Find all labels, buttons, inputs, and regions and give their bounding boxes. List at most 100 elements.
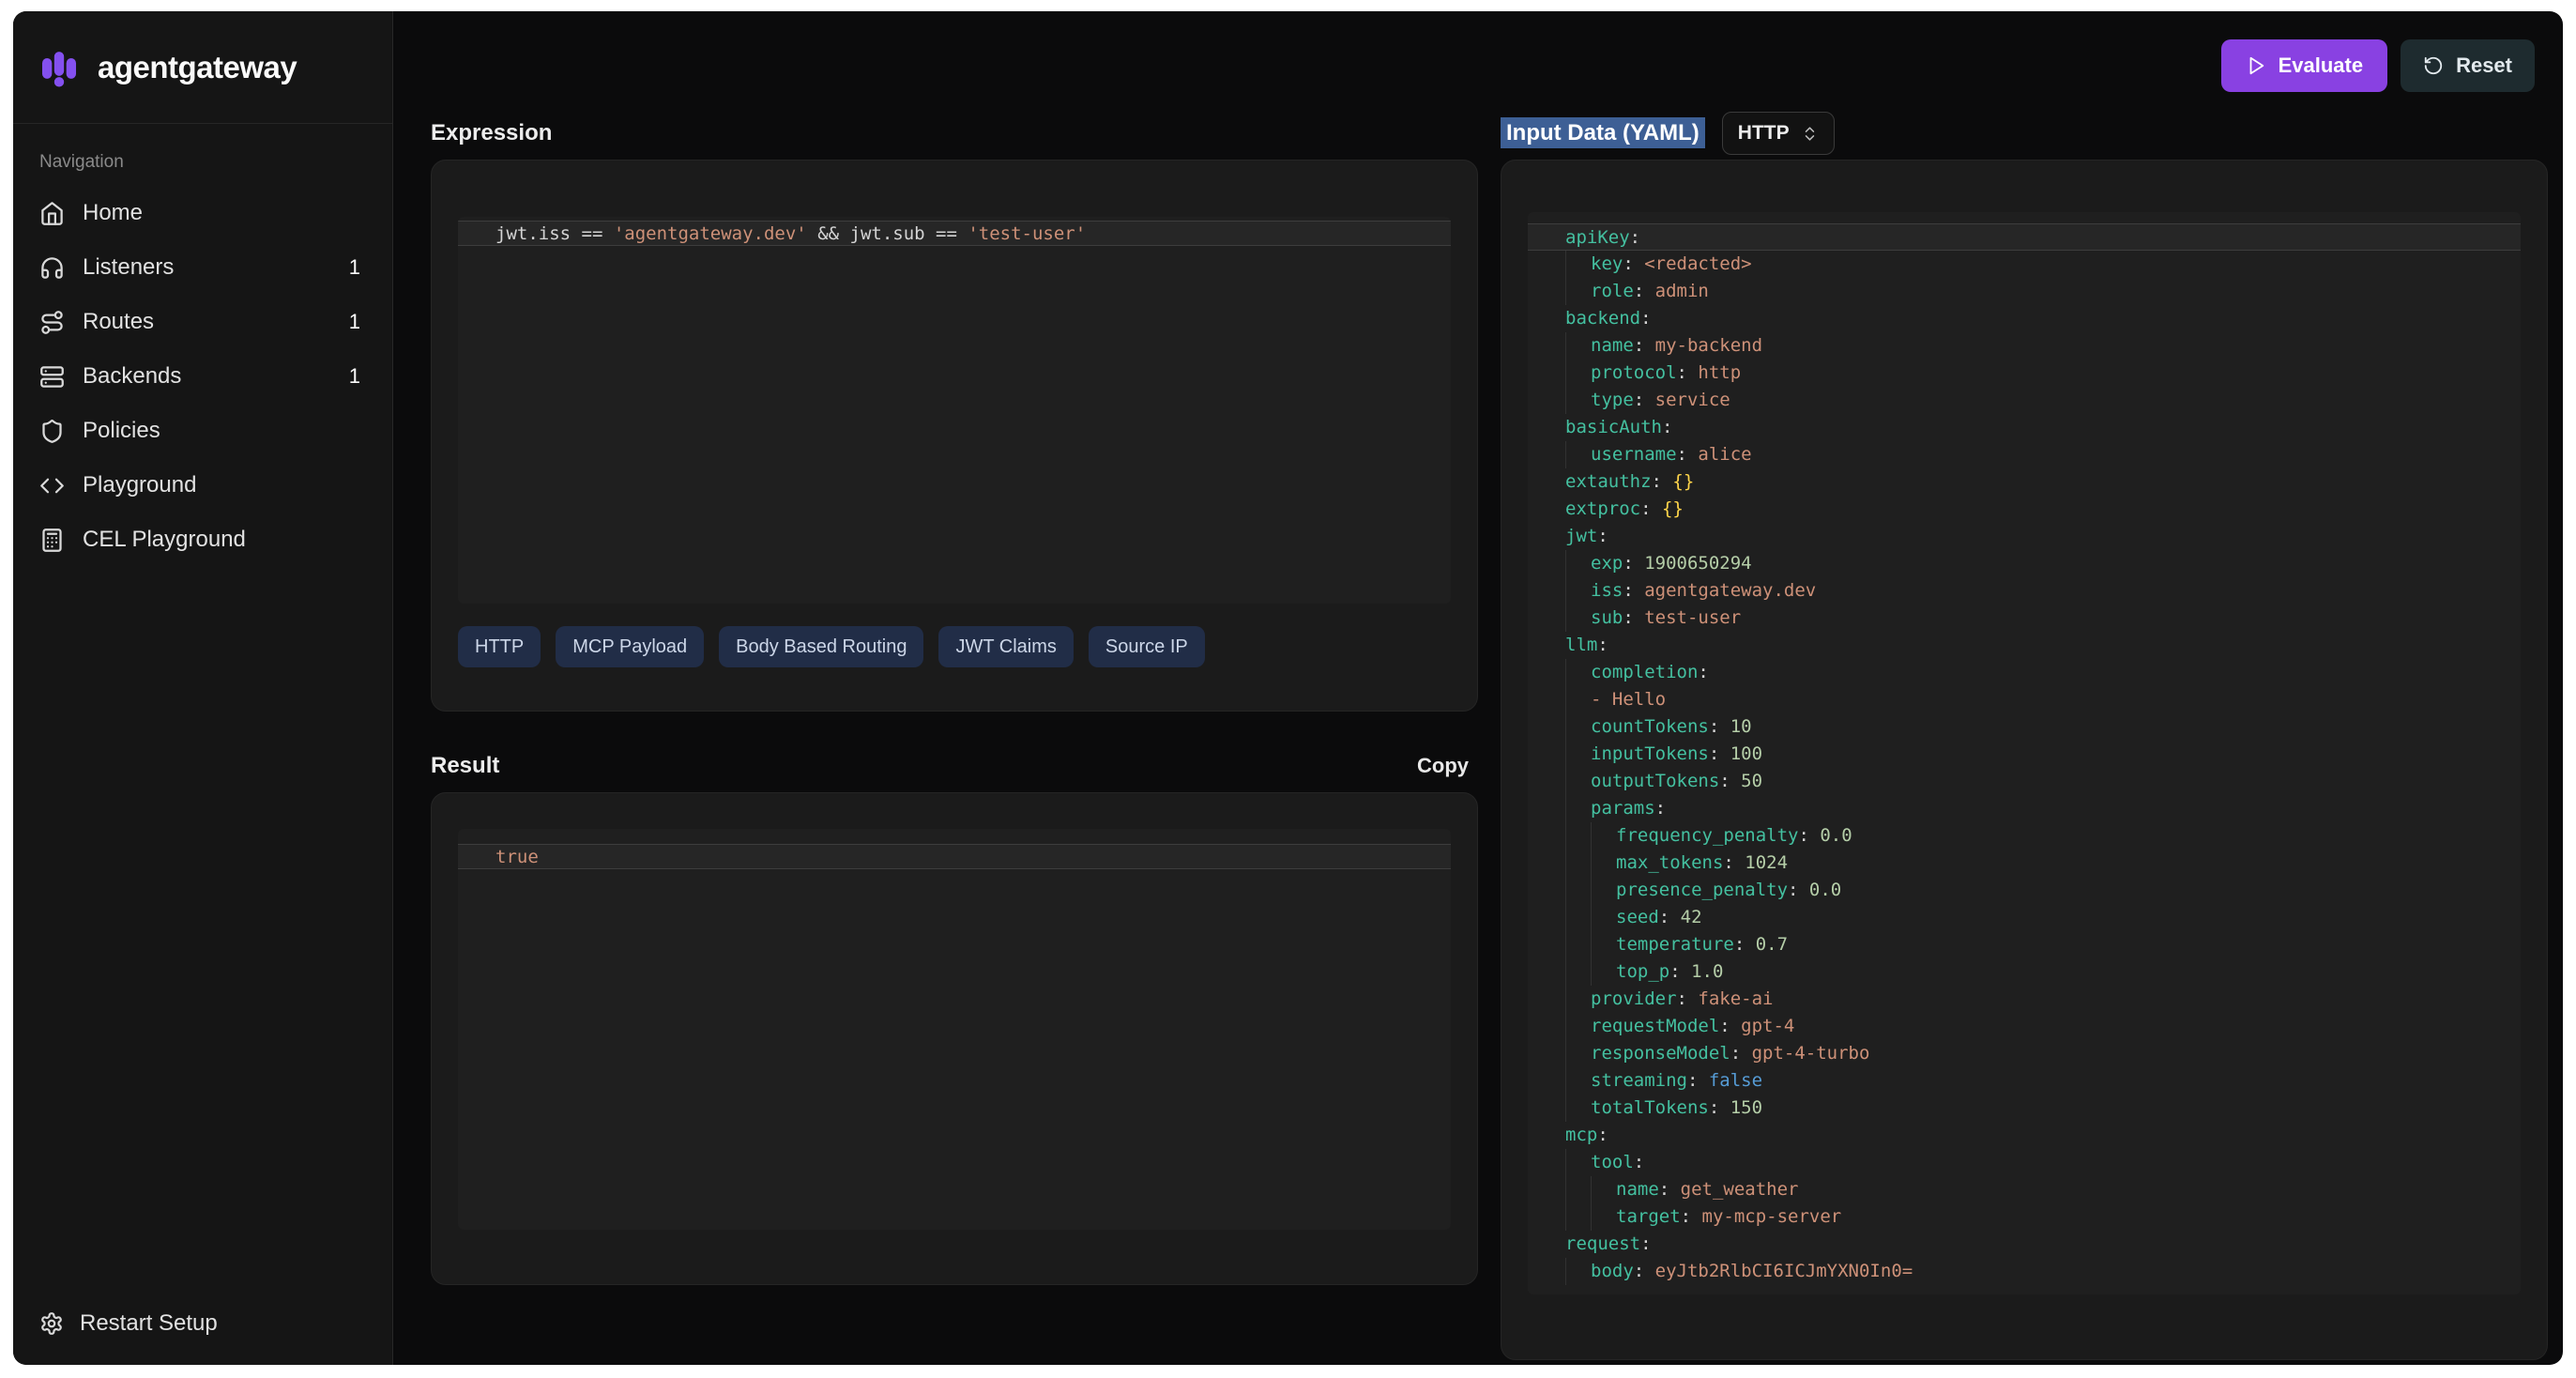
input-format-select[interactable]: HTTP	[1722, 112, 1835, 155]
code-line: tool:	[1528, 1149, 2521, 1176]
code-line: temperature: 0.7	[1528, 931, 2521, 958]
chevrons-up-down-icon	[1801, 125, 1819, 143]
sidebar-item-playground[interactable]: Playground	[28, 458, 377, 513]
sidebar-item-label: Listeners	[83, 254, 174, 281]
example-tag-source-ip[interactable]: Source IP	[1089, 626, 1205, 667]
code-line: type: service	[1528, 387, 2521, 414]
input-data-title: Input Data (YAML)	[1501, 120, 1705, 146]
yaml-editor[interactable]: apiKey:key: <redacted>role: adminbackend…	[1528, 212, 2521, 1294]
code-line: exp: 1900650294	[1528, 550, 2521, 577]
sidebar-item-backends[interactable]: Backends 1	[28, 349, 377, 404]
code-line: outputTokens: 50	[1528, 768, 2521, 795]
example-tag-body-based-routing[interactable]: Body Based Routing	[719, 626, 923, 667]
sidebar-item-label: Routes	[83, 309, 154, 335]
copy-button[interactable]: Copy	[1408, 746, 1478, 786]
brand[interactable]: agentgateway	[13, 11, 392, 124]
expression-title: Expression	[431, 120, 552, 146]
sidebar: agentgateway Navigation HomeListeners1Ro…	[13, 11, 393, 1365]
code-line: iss: agentgateway.dev	[1528, 577, 2521, 605]
nav-section-label: Navigation	[39, 152, 377, 173]
sidebar-item-label: Policies	[83, 418, 160, 444]
sidebar-item-cel-playground[interactable]: CEL Playground	[28, 513, 377, 567]
app-window: agentgateway Navigation HomeListeners1Ro…	[13, 11, 2563, 1365]
result-editor[interactable]: true	[458, 829, 1451, 1230]
restart-setup-label: Restart Setup	[80, 1310, 218, 1337]
code-line: extauthz: {}	[1528, 468, 2521, 496]
code-line: requestModel: gpt-4	[1528, 1013, 2521, 1040]
code-line: mcp:	[1528, 1122, 2521, 1149]
input-data-card: apiKey:key: <redacted>role: adminbackend…	[1501, 160, 2548, 1360]
code-line: name: get_weather	[1528, 1176, 2521, 1203]
result-header: Result Copy	[431, 743, 1478, 789]
code-line: apiKey:	[1528, 223, 2521, 251]
code-line: frequency_penalty: 0.0	[1528, 822, 2521, 850]
example-tag-http[interactable]: HTTP	[458, 626, 541, 667]
expression-card: jwt.iss == 'agentgateway.dev' && jwt.sub…	[431, 160, 1478, 712]
sidebar-item-policies[interactable]: Policies	[28, 404, 377, 458]
rotate-ccw-icon	[2423, 55, 2444, 76]
code-line: params:	[1528, 795, 2521, 822]
nav-list: Home Listeners 1 Routes 1 Backends 1 Policies Pl…	[28, 186, 377, 567]
input-data-header: Input Data (YAML) HTTP	[1501, 111, 2548, 156]
code-line: llm:	[1528, 632, 2521, 659]
sidebar-item-label: Home	[83, 200, 143, 226]
code-icon	[39, 473, 65, 498]
gear-icon	[39, 1311, 64, 1336]
code-line: target: my-mcp-server	[1528, 1203, 2521, 1231]
code-line: presence_penalty: 0.0	[1528, 877, 2521, 904]
right-column: Input Data (YAML) HTTP apiKey:key: <reda…	[1501, 111, 2548, 1365]
agentgateway-logo-icon	[38, 46, 81, 89]
example-tag-jwt-claims[interactable]: JWT Claims	[938, 626, 1073, 667]
code-line: countTokens: 10	[1528, 713, 2521, 741]
sidebar-item-home[interactable]: Home	[28, 186, 377, 240]
sidebar-item-label: CEL Playground	[83, 527, 246, 553]
code-line: key: <redacted>	[1528, 251, 2521, 278]
code-line: - Hello	[1528, 686, 2521, 713]
count-badge: 1	[349, 255, 366, 280]
restart-setup-button[interactable]: Restart Setup	[13, 1310, 392, 1365]
code-line: responseModel: gpt-4-turbo	[1528, 1040, 2521, 1067]
play-icon	[2246, 55, 2266, 76]
code-line: streaming: false	[1528, 1067, 2521, 1095]
code-line: provider: fake-ai	[1528, 986, 2521, 1013]
reset-button[interactable]: Reset	[2401, 39, 2535, 92]
expression-header: Expression	[431, 111, 1478, 156]
count-badge: 1	[349, 310, 366, 334]
code-line: sub: test-user	[1528, 605, 2521, 632]
code-line: jwt:	[1528, 523, 2521, 550]
code-line: jwt.iss == 'agentgateway.dev' && jwt.sub…	[458, 221, 1451, 246]
code-line: backend:	[1528, 305, 2521, 332]
shield-icon	[39, 419, 65, 444]
sidebar-item-listeners[interactable]: Listeners 1	[28, 240, 377, 295]
code-line: extproc: {}	[1528, 496, 2521, 523]
expression-editor[interactable]: jwt.iss == 'agentgateway.dev' && jwt.sub…	[458, 217, 1451, 604]
content: Expression jwt.iss == 'agentgateway.dev'…	[393, 98, 2563, 1365]
code-line: totalTokens: 150	[1528, 1095, 2521, 1122]
code-line: seed: 42	[1528, 904, 2521, 931]
result-title: Result	[431, 753, 499, 779]
sidebar-item-label: Backends	[83, 363, 181, 390]
example-tags: HTTP MCP Payload Body Based Routing JWT Cla…	[458, 626, 1451, 667]
evaluate-button[interactable]: Evaluate	[2221, 39, 2388, 92]
reset-label: Reset	[2456, 54, 2512, 78]
app-title: agentgateway	[98, 50, 297, 85]
code-line: max_tokens: 1024	[1528, 850, 2521, 877]
sidebar-nav: Navigation HomeListeners1Routes1Backends…	[13, 124, 392, 1310]
left-column: Expression jwt.iss == 'agentgateway.dev'…	[431, 111, 1478, 1365]
result-card: true	[431, 792, 1478, 1285]
code-line: body: eyJtb2RlbCI6ICJmYXN0In0=	[1528, 1258, 2521, 1285]
code-line: request:	[1528, 1231, 2521, 1258]
main-area: Evaluate Reset Expression jwt.iss == 'ag…	[393, 11, 2563, 1365]
code-line: inputTokens: 100	[1528, 741, 2521, 768]
count-badge: 1	[349, 364, 366, 389]
sidebar-item-routes[interactable]: Routes 1	[28, 295, 377, 349]
evaluate-label: Evaluate	[2279, 54, 2364, 78]
headphones-icon	[39, 255, 65, 281]
topbar: Evaluate Reset	[393, 11, 2563, 98]
server-icon	[39, 364, 65, 390]
calculator-icon	[39, 528, 65, 553]
code-line: true	[458, 844, 1451, 869]
example-tag-mcp-payload[interactable]: MCP Payload	[556, 626, 704, 667]
code-line: top_p: 1.0	[1528, 958, 2521, 986]
home-icon	[39, 201, 65, 226]
